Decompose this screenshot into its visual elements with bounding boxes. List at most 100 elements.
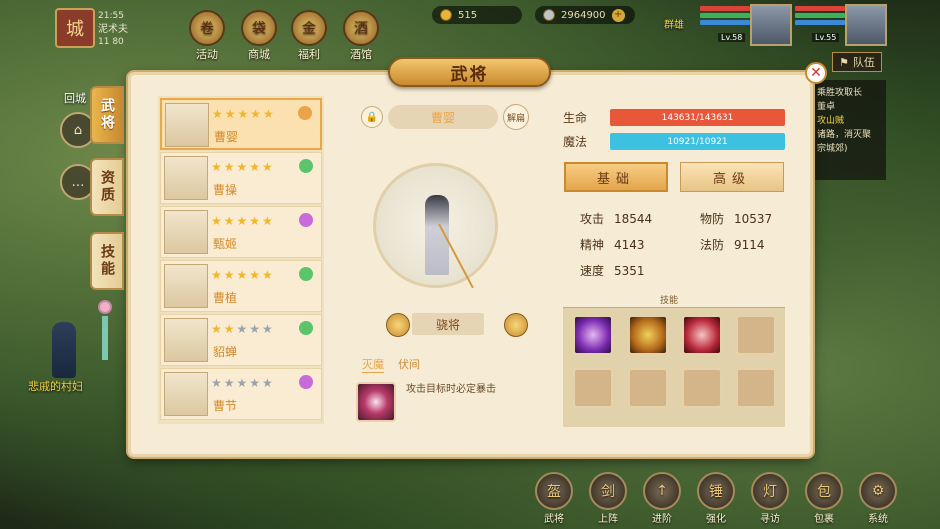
player-info: 21:55 泥术夫 11 80 xyxy=(98,10,128,49)
ally2-bars xyxy=(795,6,845,27)
list-item[interactable]: ★★★★★ 曹节 xyxy=(160,368,322,420)
tab-skills[interactable]: 技能 xyxy=(90,232,124,290)
chat-icon: … xyxy=(71,174,85,190)
charm-icon xyxy=(98,300,112,314)
close-button[interactable]: ✕ xyxy=(805,62,827,84)
rank-next-icon[interactable] xyxy=(504,313,528,337)
skill-slot-6[interactable] xyxy=(628,368,668,408)
skill-slot-8[interactable] xyxy=(736,368,776,408)
star-rating: ★★★★★ xyxy=(211,160,275,174)
general-avatar xyxy=(164,264,208,308)
bag-icon: 袋 xyxy=(241,10,277,46)
gold-resource: 515 xyxy=(432,6,522,24)
unlock-button[interactable]: 解扁 xyxy=(503,104,529,130)
element-gem-icon xyxy=(298,106,312,120)
backpack-icon: 包 xyxy=(805,472,843,510)
element-gem-icon xyxy=(299,159,313,173)
list-item[interactable]: ★★★★★ 曹婴 xyxy=(160,98,322,150)
house-icon: ⌂ xyxy=(73,122,83,138)
wine-icon: 酒 xyxy=(343,10,379,46)
tab-skill-2[interactable]: 伏间 xyxy=(398,356,420,373)
sword-icon: 剑 xyxy=(589,472,627,510)
player-name: 泥术夫 xyxy=(98,24,128,35)
list-item[interactable]: ★★★★★ 曹植 xyxy=(160,260,322,312)
menu-system[interactable]: ⚙ 系统 xyxy=(856,472,900,525)
attr-attack: 攻击 18544 xyxy=(580,212,653,226)
tassel-icon xyxy=(102,316,108,360)
tavern-button[interactable]: 酒酒馆 xyxy=(340,10,382,62)
star-rating: ★★★★★ xyxy=(211,376,275,390)
quest-tracker[interactable]: 乘胜攻取长 董卓 攻山贼 诸路，消灭聚 宗城郊) xyxy=(812,80,886,180)
skill-description: 攻击目标时必定暴击 xyxy=(406,384,496,395)
hammer-icon: 锤 xyxy=(697,472,735,510)
scroll-icon: 卷 xyxy=(189,10,225,46)
activity-button[interactable]: 卷活动 xyxy=(186,10,228,62)
shop-button[interactable]: 袋商城 xyxy=(238,10,280,62)
attr-speed: 速度 5351 xyxy=(580,264,645,278)
menu-generals[interactable]: 盔武将 xyxy=(532,472,576,525)
menu-deploy[interactable]: 剑上阵 xyxy=(586,472,630,525)
attr-spirit: 精神 4143 xyxy=(580,238,645,252)
tab-aptitude[interactable]: 资质 xyxy=(90,158,124,216)
general-avatar xyxy=(164,372,208,416)
gold-ingot-icon xyxy=(440,9,452,21)
rank-label: 骁将 xyxy=(412,313,484,335)
return-city-label: 回城 xyxy=(64,92,86,105)
bottom-menu: 盔武将 剑上阵 ↑ 进阶 锤强化 灯寻访 包包裹 ⚙ 系统 xyxy=(532,472,900,525)
lantern-icon: 灯 xyxy=(751,472,789,510)
ally2-portrait[interactable] xyxy=(845,4,887,46)
npc-villager[interactable] xyxy=(52,322,76,378)
ally1-bars xyxy=(700,6,750,27)
menu-strengthen[interactable]: 锤强化 xyxy=(694,472,738,525)
element-gem-icon xyxy=(299,213,313,227)
advanced-button[interactable]: 高级 xyxy=(680,162,784,192)
skill-slot-4[interactable] xyxy=(736,315,776,355)
list-item[interactable]: ★★★★★ 曹操 xyxy=(160,152,322,204)
team-tab[interactable]: ⚑ 队伍 xyxy=(832,52,882,72)
general-list[interactable]: ★★★★★ 曹婴 ★★★★★ 曹操 ★★★★★ 甄姬 ★★★★★ 曹植 ★★★★★ 貂蝉 … xyxy=(158,96,324,424)
general-avatar xyxy=(164,156,208,200)
time-label: 21:55 xyxy=(98,11,124,21)
gear-icon: ⚙ xyxy=(859,472,897,510)
skill-slot-5[interactable] xyxy=(573,368,613,408)
menu-advance[interactable]: ↑ 进阶 xyxy=(640,472,684,525)
skill-tabs: 灭魔 伏间 xyxy=(362,356,420,373)
flag-icon: ⚑ xyxy=(839,55,849,69)
skill-slot-2[interactable] xyxy=(628,315,668,355)
top-label: 群雄 xyxy=(664,20,684,31)
lock-icon: 🔒 xyxy=(365,111,379,123)
add-silver-icon[interactable]: + xyxy=(611,8,625,22)
skill-slot-1[interactable] xyxy=(573,315,613,355)
general-avatar xyxy=(164,210,208,254)
star-rating: ★★★★★ xyxy=(212,107,276,121)
menu-seek[interactable]: 灯寻访 xyxy=(748,472,792,525)
list-item[interactable]: ★★★★★ 貂蝉 xyxy=(160,314,322,366)
player-avatar[interactable]: 城 xyxy=(55,8,95,48)
attr-magic-def: 法防 9114 xyxy=(700,238,765,252)
ally2-level: Lv.55 xyxy=(812,33,840,42)
basic-button[interactable]: 基础 xyxy=(564,162,668,192)
menu-bag[interactable]: 包包裹 xyxy=(802,472,846,525)
silver-resource: 2964900 + xyxy=(535,6,635,24)
element-gem-icon xyxy=(299,321,313,335)
skill-slot-7[interactable] xyxy=(682,368,722,408)
skill-slot-3[interactable] xyxy=(682,315,722,355)
element-gem-icon xyxy=(299,267,313,281)
skills-title: 技能 xyxy=(660,296,679,306)
ally1-portrait[interactable] xyxy=(750,4,792,46)
silver-icon xyxy=(543,9,555,21)
element-gem-icon xyxy=(299,375,313,389)
general-avatar xyxy=(165,103,209,147)
star-rating: ★★★★★ xyxy=(211,322,275,336)
welfare-button[interactable]: 金福利 xyxy=(288,10,330,62)
mp-bar: 10921/10921 xyxy=(610,133,785,150)
lock-button[interactable]: 🔒 xyxy=(361,106,383,128)
list-item[interactable]: ★★★★★ 甄姬 xyxy=(160,206,322,258)
skill-icon[interactable] xyxy=(356,382,396,422)
rank-prev-icon[interactable] xyxy=(386,313,410,337)
panel-title: 武将 xyxy=(388,57,551,87)
tab-generals[interactable]: 武将 xyxy=(90,86,124,144)
tab-skill-1[interactable]: 灭魔 xyxy=(362,356,384,373)
hp-label: 生命 xyxy=(563,111,588,125)
star-rating: ★★★★★ xyxy=(211,214,275,228)
